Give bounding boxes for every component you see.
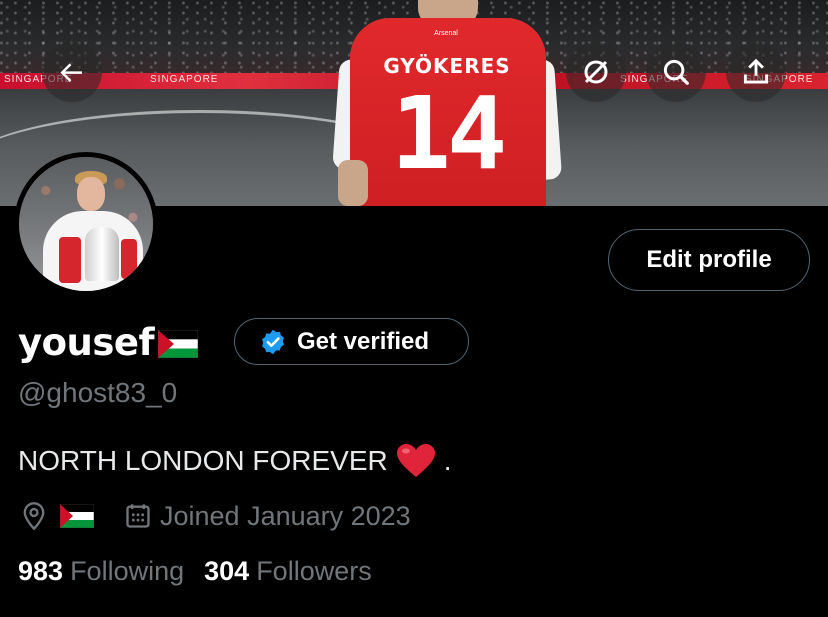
get-verified-label: Get verified (297, 327, 430, 355)
back-button[interactable] (42, 42, 102, 102)
location (20, 501, 94, 531)
avatar-ribbon (59, 237, 81, 283)
bio-suffix: . (443, 445, 452, 476)
location-pin-icon (23, 502, 45, 531)
display-name-row: yousef (18, 318, 199, 366)
calendar-icon (126, 504, 150, 528)
grok-icon (584, 60, 608, 84)
followers-label: Followers (256, 556, 372, 586)
ad-text: SINGAPORE (150, 74, 219, 85)
search-icon (663, 59, 689, 85)
trophy-image (85, 227, 119, 281)
palestine-flag-icon (158, 330, 199, 358)
banner-player: Arsenal GYÖKERES 14 (332, 0, 563, 206)
edit-profile-button[interactable]: Edit profile (608, 229, 810, 291)
grok-button[interactable] (566, 42, 626, 102)
avatar-face (77, 177, 105, 211)
display-name: yousef (18, 320, 155, 364)
following-link[interactable]: 983 Following (18, 556, 184, 587)
avatar[interactable] (14, 152, 158, 296)
shirt-number: 14 (390, 75, 507, 192)
following-count: 983 (18, 556, 64, 586)
arrow-left-icon (60, 63, 82, 82)
bio: NORTH LONDON FOREVER . (18, 443, 452, 479)
handle: @ghost83_0 (18, 377, 178, 408)
follow-stats: 983 Following 304 Followers (18, 556, 372, 587)
shirt-collar-text: Arsenal (434, 30, 458, 37)
followers-link[interactable]: 304 Followers (204, 556, 372, 587)
profile-meta: Joined January 2023 (20, 497, 411, 535)
verified-badge-icon (262, 329, 284, 354)
palestine-flag-icon (60, 504, 94, 528)
followers-count: 304 (204, 556, 250, 586)
share-button[interactable] (726, 42, 786, 102)
joined-text: Joined January 2023 (160, 500, 411, 531)
get-verified-button[interactable]: Get verified (234, 318, 469, 365)
red-heart-icon (396, 444, 435, 477)
share-icon (743, 58, 769, 84)
joined-date: Joined January 2023 (124, 501, 411, 532)
avatar-ribbon (121, 239, 137, 279)
following-label: Following (70, 556, 185, 586)
search-button[interactable] (646, 42, 706, 102)
bio-text: NORTH LONDON FOREVER (18, 445, 388, 476)
